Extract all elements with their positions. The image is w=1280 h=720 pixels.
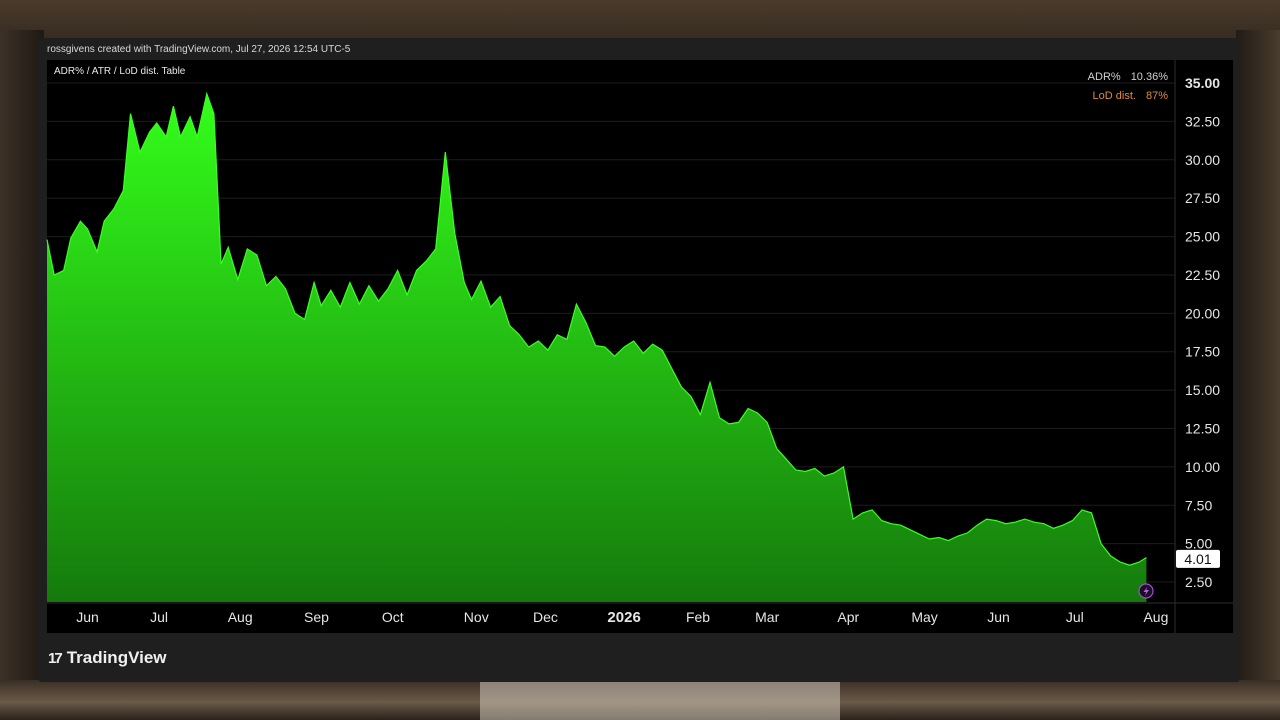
x-tick-label: Jul bbox=[150, 609, 168, 625]
x-tick-label: 2026 bbox=[607, 609, 640, 626]
brand-name: TradingView bbox=[66, 648, 167, 667]
x-tick-label: Nov bbox=[464, 609, 489, 625]
x-tick-label: Jul bbox=[1066, 609, 1084, 625]
x-tick-label: Aug bbox=[228, 609, 253, 625]
x-tick-label: Dec bbox=[533, 609, 558, 625]
y-tick-label: 15.00 bbox=[1185, 382, 1220, 398]
x-tick-label: May bbox=[911, 609, 937, 625]
y-tick-label: 17.50 bbox=[1185, 344, 1220, 360]
adr-label: ADR% bbox=[1087, 71, 1121, 83]
tradingview-logo-icon: 17 bbox=[48, 649, 63, 667]
lod-value: 87% bbox=[1145, 90, 1168, 102]
y-tick-label: 22.50 bbox=[1185, 267, 1220, 283]
x-tick-label: Oct bbox=[382, 609, 404, 625]
y-tick-label: 5.00 bbox=[1185, 536, 1212, 552]
y-tick-label: 20.00 bbox=[1185, 305, 1220, 321]
y-axis-labels: 35.00 32.50 30.00 27.50 25.00 22.50 20.00 17.50… bbox=[1185, 75, 1220, 590]
last-value-label: 4.01 bbox=[1184, 551, 1211, 567]
lightning-icon[interactable] bbox=[1138, 583, 1154, 599]
x-tick-label: Feb bbox=[686, 609, 710, 625]
y-tick-label: 10.00 bbox=[1185, 459, 1220, 475]
series-area bbox=[47, 93, 1147, 603]
x-tick-label: Apr bbox=[837, 609, 859, 625]
x-tick-label: Jun bbox=[987, 609, 1010, 625]
y-tick-label: 30.00 bbox=[1185, 152, 1220, 168]
lod-label: LoD dist. bbox=[1092, 90, 1136, 102]
x-tick-label: Aug bbox=[1143, 609, 1168, 625]
y-tick-label: 12.50 bbox=[1185, 420, 1220, 436]
indicator-legend: ADR% 10.36% LoD dist. 87% bbox=[1060, 71, 1168, 109]
y-tick-label: 7.50 bbox=[1185, 497, 1212, 513]
y-tick-label: 25.00 bbox=[1185, 229, 1220, 245]
study-title: ADR% / ATR / LoD dist. Table bbox=[54, 66, 186, 77]
y-tick-label: 2.50 bbox=[1185, 574, 1212, 590]
x-tick-label: Sep bbox=[304, 609, 329, 625]
x-axis-labels: Jun Jul Aug Sep Oct Nov Dec 2026 Feb Mar Apr May Jun… bbox=[76, 609, 1168, 626]
x-tick-label: Mar bbox=[755, 609, 779, 625]
y-tick-label: 27.50 bbox=[1185, 190, 1220, 206]
tradingview-brand[interactable]: 17 TradingView bbox=[48, 648, 167, 668]
last-value-badge: 4.01 bbox=[1176, 549, 1220, 568]
adr-value: 10.36% bbox=[1130, 71, 1168, 83]
y-tick-label: 35.00 bbox=[1185, 75, 1220, 91]
x-tick-label: Jun bbox=[76, 609, 99, 625]
y-tick-label: 32.50 bbox=[1185, 113, 1220, 129]
